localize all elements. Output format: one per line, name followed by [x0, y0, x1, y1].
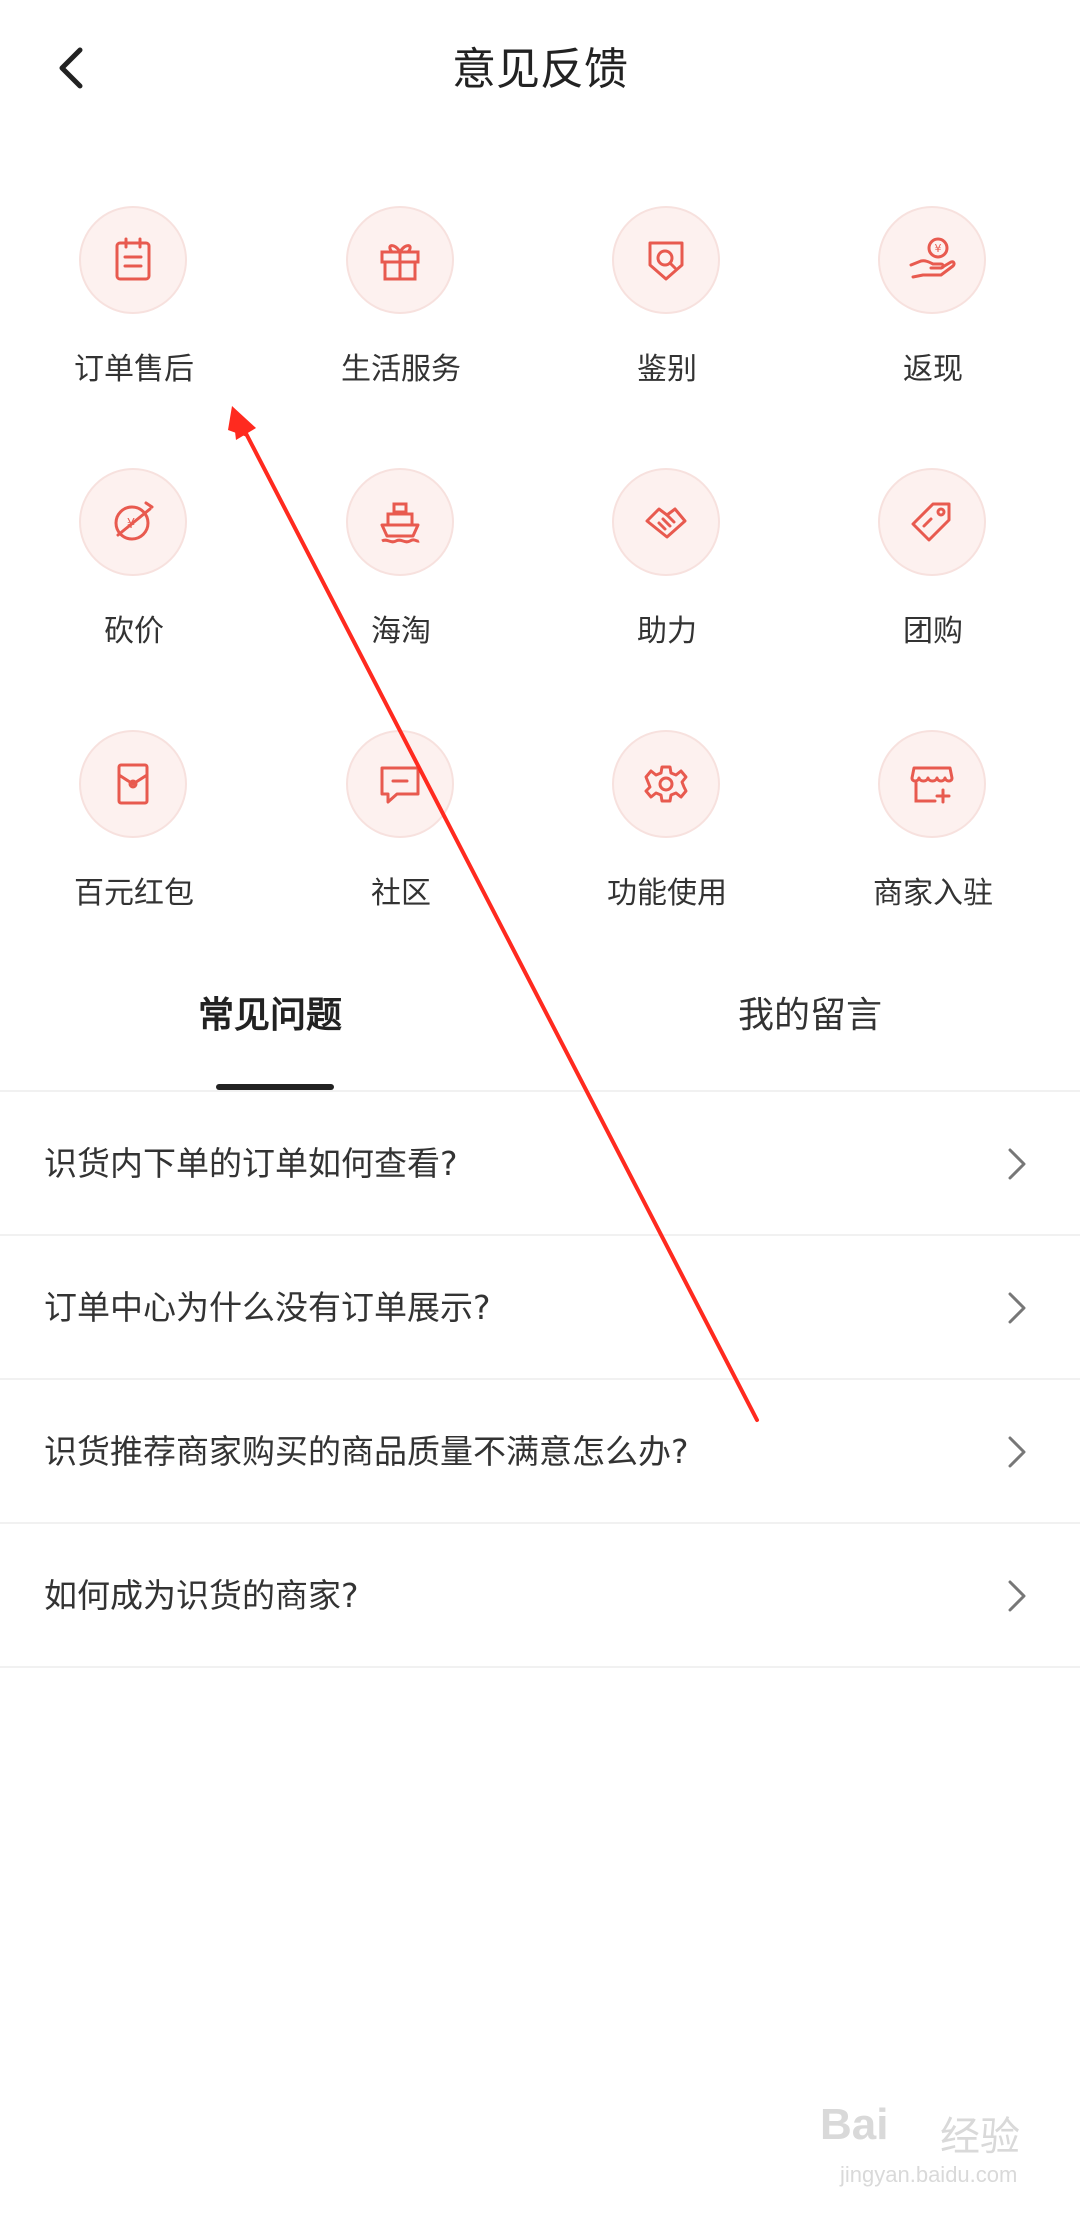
category-order-aftersale[interactable]: 订单售后	[24, 200, 244, 420]
category-icon-circle	[79, 206, 187, 314]
tag-icon	[911, 502, 951, 542]
tab-bar: 常见问题 我的留言	[0, 960, 1080, 1090]
category-label: 返现	[903, 352, 963, 387]
shield-search-icon	[648, 241, 684, 281]
clipboard-icon	[115, 237, 151, 281]
chevron-right-icon	[1008, 1436, 1026, 1468]
category-label: 海淘	[371, 614, 431, 649]
category-label: 助力	[637, 614, 697, 649]
watermark-brand-suffix: 经验	[940, 2114, 1020, 2160]
faq-question: 如何成为识货的商家?	[44, 1576, 359, 1615]
category-icon-circle	[612, 468, 720, 576]
watermark-brand: Bai	[820, 2100, 889, 2149]
category-bargain[interactable]: ¥ 砍价	[24, 462, 244, 682]
faq-item[interactable]: 识货推荐商家购买的商品质量不满意怎么办?	[0, 1380, 1080, 1524]
category-icon-circle	[346, 730, 454, 838]
category-authenticate[interactable]: 鉴别	[557, 200, 777, 420]
category-assist[interactable]: 助力	[557, 462, 777, 682]
category-icon-circle	[612, 730, 720, 838]
page-title: 意见反馈	[452, 44, 628, 95]
category-feature-usage[interactable]: 功能使用	[557, 724, 777, 944]
svg-text:¥: ¥	[127, 517, 135, 532]
faq-item[interactable]: 识货内下单的订单如何查看?	[0, 1092, 1080, 1236]
gift-icon	[380, 244, 420, 281]
red-envelope-icon	[117, 763, 149, 805]
category-overseas[interactable]: 海淘	[291, 462, 511, 682]
category-red-envelope[interactable]: 百元红包	[24, 724, 244, 944]
chat-bubble-icon	[380, 766, 420, 804]
category-icon-circle	[878, 730, 986, 838]
store-icon	[910, 766, 954, 804]
svg-text:¥: ¥	[935, 242, 942, 255]
discount-cut-icon: ¥	[114, 501, 154, 541]
faq-question: 识货推荐商家购买的商品质量不满意怎么办?	[44, 1432, 689, 1471]
chevron-right-icon	[1008, 1580, 1026, 1612]
category-community[interactable]: 社区	[291, 724, 511, 944]
gear-icon	[644, 765, 688, 803]
category-merchant-join[interactable]: 商家入驻	[823, 724, 1043, 944]
category-icon-circle: ¥	[79, 468, 187, 576]
category-life-service[interactable]: 生活服务	[291, 200, 511, 420]
ship-icon	[380, 502, 420, 544]
category-label: 社区	[371, 876, 431, 911]
watermark-url: jingyan.baidu.com	[840, 2162, 1018, 2187]
category-icon-circle	[878, 468, 986, 576]
category-label: 商家入驻	[873, 876, 993, 911]
tab-my-messages[interactable]: 我的留言	[540, 990, 1080, 1042]
header: 意见反馈	[0, 0, 1080, 140]
feedback-page: 意见反馈 订单售后 生活服务 鉴别 ¥ 返现 ¥ 砍价 海淘 助力 团购 百元红…	[0, 0, 1080, 2222]
category-icon-circle	[346, 206, 454, 314]
category-label: 鉴别	[637, 352, 697, 387]
tab-faq[interactable]: 常见问题	[0, 990, 540, 1042]
faq-question: 识货内下单的订单如何查看?	[44, 1144, 458, 1183]
watermark: Bai 经验 jingyan.baidu.com	[820, 2100, 1060, 2210]
faq-item[interactable]: 如何成为识货的商家?	[0, 1524, 1080, 1668]
chevron-right-icon	[1008, 1292, 1026, 1324]
category-icon-circle	[612, 206, 720, 314]
handshake-icon	[645, 507, 687, 539]
category-label: 百元红包	[74, 876, 194, 911]
category-group-buy[interactable]: 团购	[823, 462, 1043, 682]
category-label: 生活服务	[341, 352, 461, 387]
faq-list: 识货内下单的订单如何查看? 订单中心为什么没有订单展示? 识货推荐商家购买的商品…	[0, 1092, 1080, 1668]
chevron-right-icon	[1008, 1148, 1026, 1180]
category-icon-circle	[346, 468, 454, 576]
hand-coin-icon: ¥	[909, 237, 956, 279]
faq-item[interactable]: 订单中心为什么没有订单展示?	[0, 1236, 1080, 1380]
category-icon-circle: ¥	[878, 206, 986, 314]
category-cashback[interactable]: ¥ 返现	[823, 200, 1043, 420]
category-label: 团购	[903, 614, 963, 649]
category-label: 砍价	[104, 614, 164, 649]
category-label: 订单售后	[74, 352, 194, 387]
category-label: 功能使用	[607, 876, 727, 911]
category-icon-circle	[79, 730, 187, 838]
faq-question: 订单中心为什么没有订单展示?	[44, 1288, 491, 1327]
